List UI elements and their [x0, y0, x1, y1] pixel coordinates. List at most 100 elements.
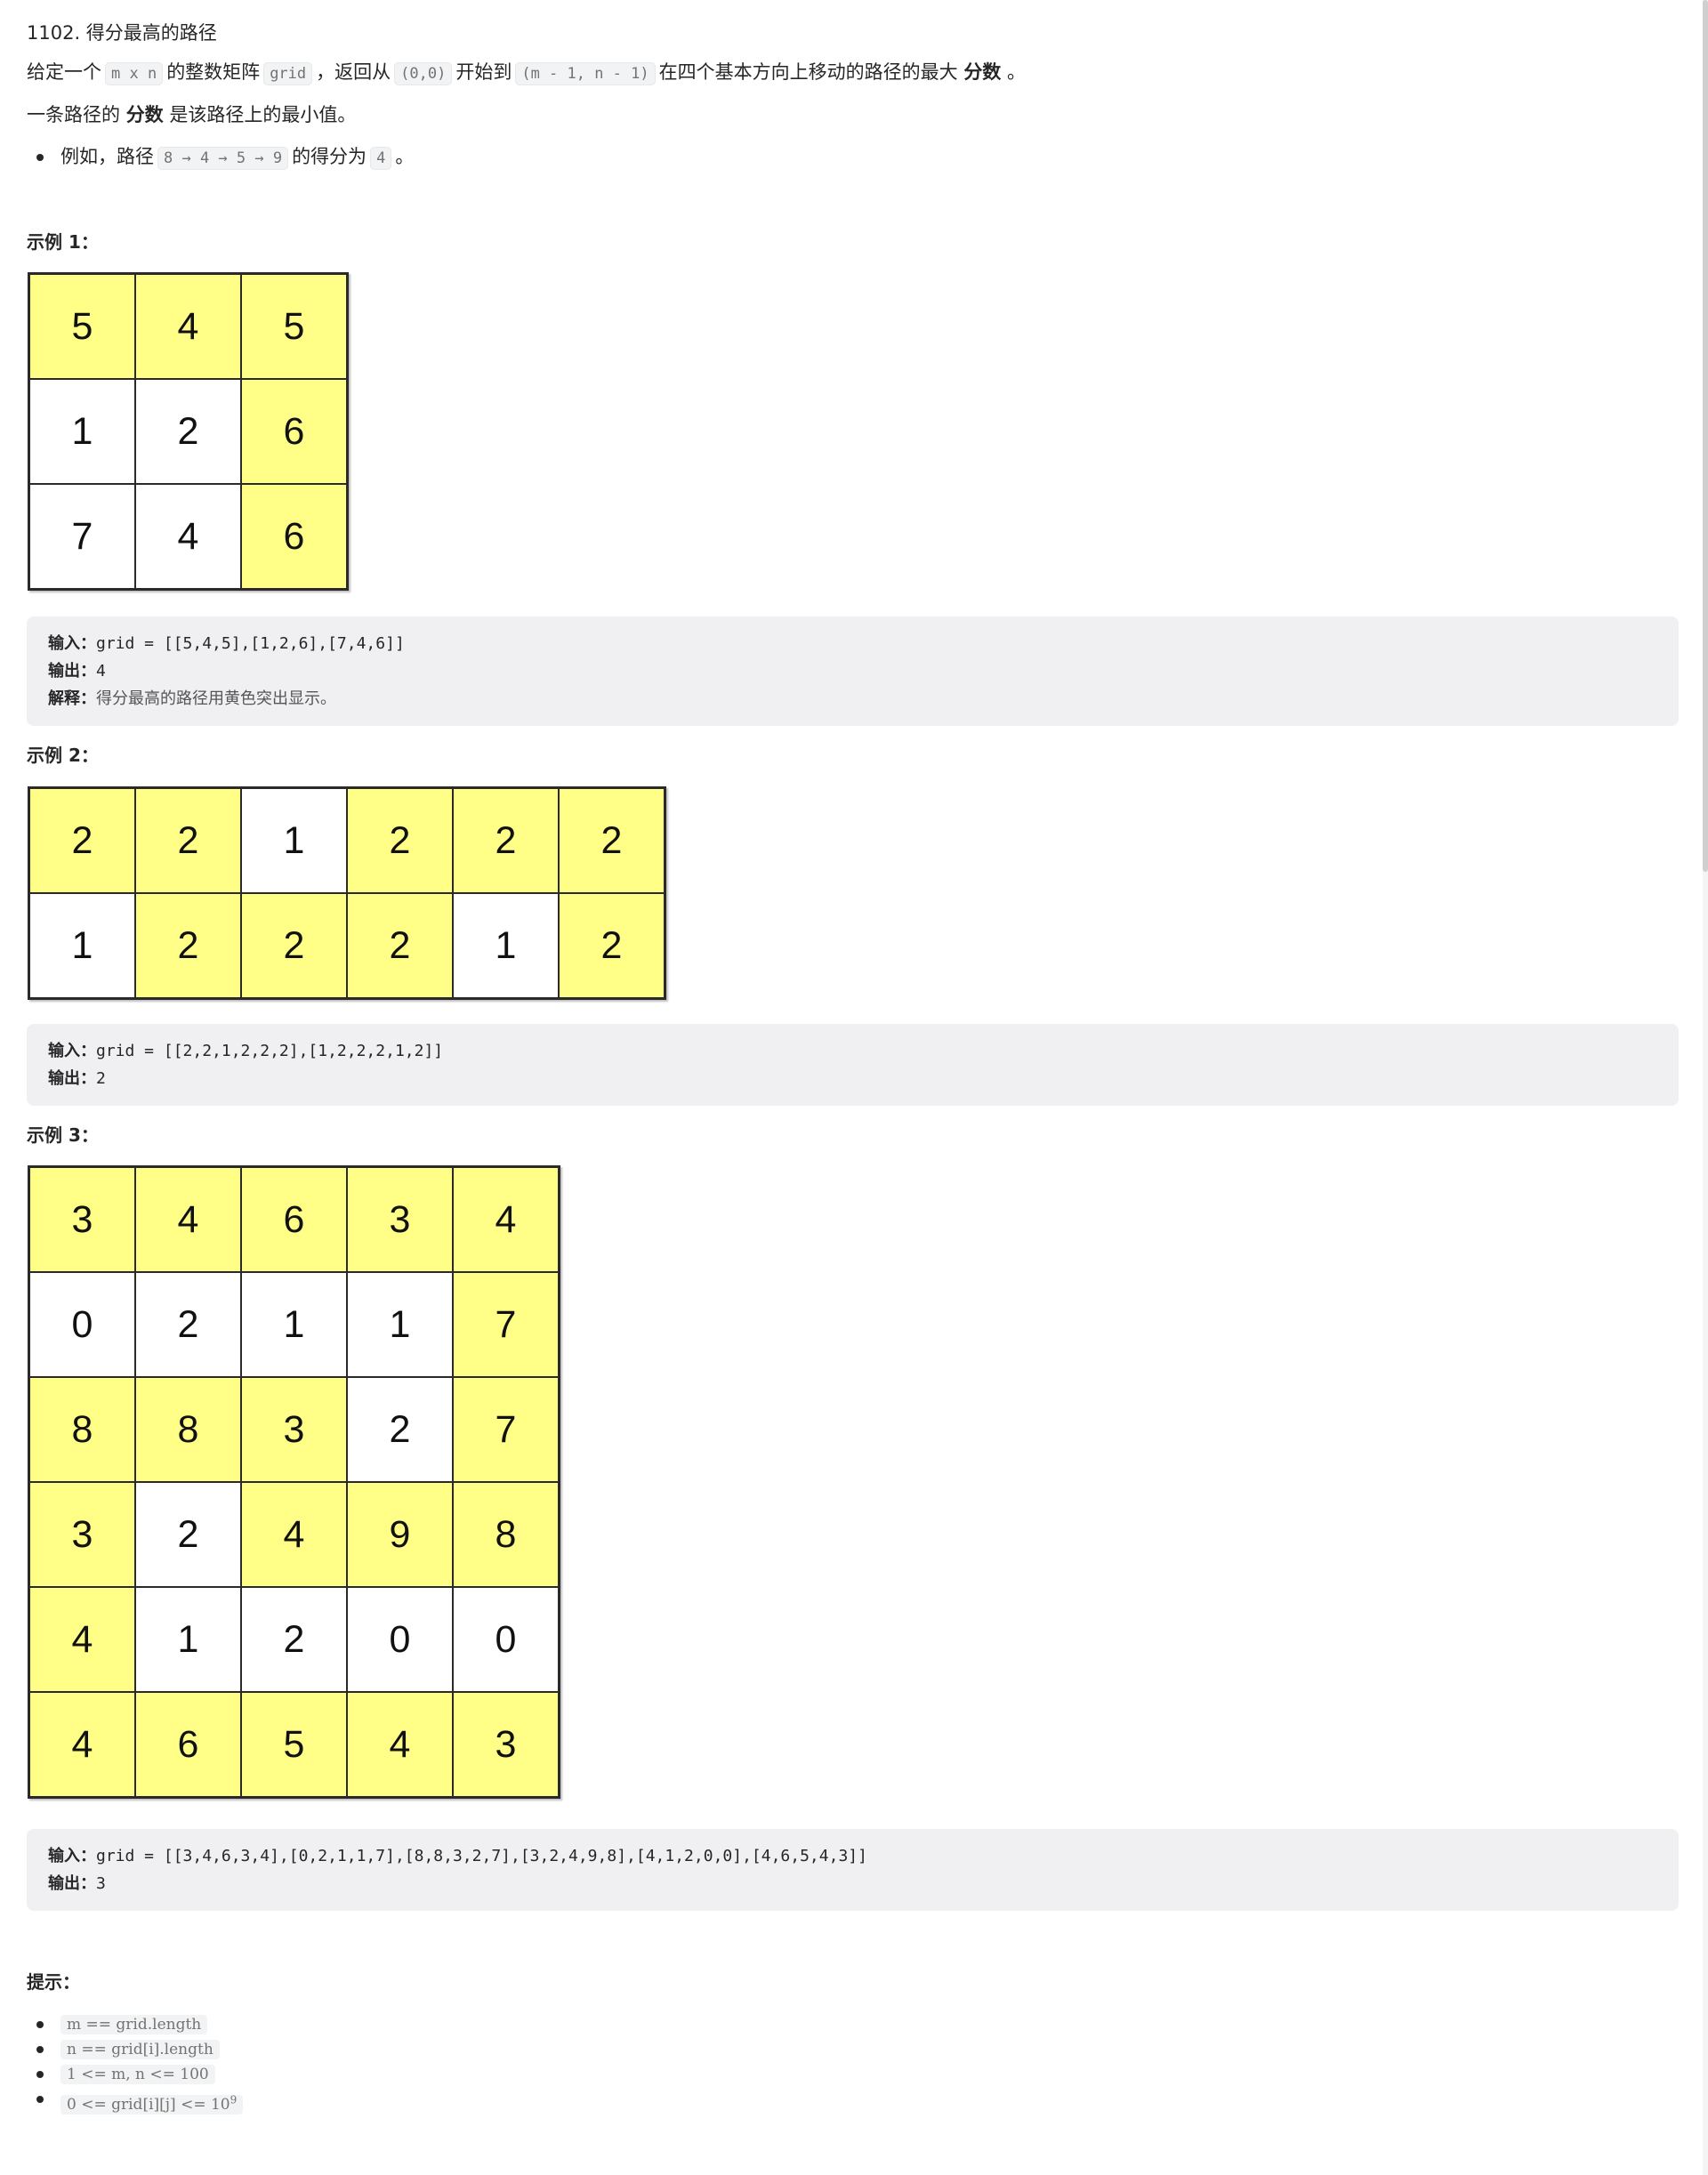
constraint-item: 1 <= m, n <= 100	[36, 2062, 215, 2087]
bullet-text: 。	[395, 146, 415, 167]
example-1-explanation: 得分最高的路径用黄色突出显示。	[96, 689, 336, 708]
path-cell: 3	[241, 1377, 347, 1482]
grid-cell: 1	[241, 788, 347, 893]
inline-code: (0,0)	[394, 62, 453, 85]
path-cell: 3	[347, 1167, 453, 1272]
constraint-item: n == grid[i].length	[36, 2037, 220, 2062]
constraint-code: 1 <= m, n <= 100	[60, 2065, 215, 2084]
input-label: 输入：	[48, 1042, 96, 1060]
inline-code: m x n	[105, 62, 164, 85]
path-cell: 5	[29, 274, 135, 379]
path-cell: 4	[29, 1587, 135, 1692]
example-1-code-block: 输入：grid = [[5,4,5],[1,2,6],[7,4,6]] 输出：4…	[27, 616, 1679, 726]
path-cell: 4	[135, 274, 241, 379]
path-cell: 9	[347, 1482, 453, 1587]
path-cell: 5	[241, 274, 347, 379]
problem-description: 给定一个 m x n 的整数矩阵 grid ，返回从 (0,0) 开始到 (m - 1, n …	[27, 59, 1026, 87]
example-bullet: 例如，路径 8 → 4 → 5 → 9 的得分为 4。	[36, 143, 415, 172]
path-cell: 2	[135, 788, 241, 893]
example-2-input: grid = [[2,2,1,2,2,2],[1,2,2,2,1,2]]	[96, 1042, 444, 1060]
problem-title: 1102. 得分最高的路径	[27, 22, 217, 44]
score-definition: 一条路径的 分数 是该路径上的最小值。	[27, 101, 356, 128]
vertical-scrollbar[interactable]	[1703, 0, 1708, 2175]
input-label: 输入：	[48, 1847, 96, 1865]
example-2-title: 示例 2：	[27, 745, 99, 766]
example-3-grid: 346340211788327324984120046543	[28, 1165, 560, 1799]
bullet-text: 例如，路径	[60, 146, 154, 167]
grid-cell: 0	[453, 1587, 559, 1692]
inline-code: 4	[370, 147, 392, 170]
grid-cell: 2	[241, 1587, 347, 1692]
path-cell: 8	[453, 1482, 559, 1587]
inline-code: (m - 1, n - 1)	[515, 62, 656, 85]
path-cell: 4	[241, 1482, 347, 1587]
path-cell: 7	[453, 1272, 559, 1377]
output-label: 输出：	[48, 1874, 96, 1893]
path-cell: 2	[559, 893, 665, 998]
path-cell: 2	[135, 893, 241, 998]
path-cell: 3	[29, 1167, 135, 1272]
grid-cell: 7	[29, 484, 135, 589]
grid-cell: 1	[347, 1272, 453, 1377]
example-2-code-block: 输入：grid = [[2,2,1,2,2,2],[1,2,2,2,1,2]] …	[27, 1024, 1679, 1106]
example-3-code-block: 输入：grid = [[3,4,6,3,4],[0,2,1,1,7],[8,8,…	[27, 1829, 1679, 1911]
example-1-grid: 545126746	[28, 272, 349, 591]
output-label: 输出：	[48, 662, 96, 681]
def-text: 一条路径的	[27, 104, 120, 125]
inline-code: grid	[263, 62, 313, 85]
constraint-exponent: 9	[230, 2093, 238, 2106]
def-bold: 分数	[125, 104, 164, 125]
example-2-output: 2	[96, 1069, 106, 1088]
output-label: 输出：	[48, 1069, 96, 1088]
example-2-grid: 221222122212	[28, 786, 666, 1000]
example-3-title: 示例 3：	[27, 1124, 99, 1146]
grid-cell: 1	[135, 1587, 241, 1692]
desc-text: 。	[1007, 61, 1026, 83]
explain-label: 解释：	[48, 689, 96, 708]
input-label: 输入：	[48, 634, 96, 653]
path-cell: 4	[453, 1167, 559, 1272]
path-cell: 6	[241, 1167, 347, 1272]
path-cell: 8	[29, 1377, 135, 1482]
grid-cell: 1	[241, 1272, 347, 1377]
path-cell: 6	[135, 1692, 241, 1797]
grid-cell: 2	[135, 1272, 241, 1377]
example-1-title: 示例 1：	[27, 231, 99, 253]
path-cell: 2	[559, 788, 665, 893]
scrollbar-thumb[interactable]	[1703, 0, 1708, 872]
desc-text: ，返回从	[316, 61, 391, 83]
path-cell: 2	[347, 788, 453, 893]
path-cell: 2	[241, 893, 347, 998]
grid-cell: 1	[29, 893, 135, 998]
constraint-item: 0 <= grid[i][j] <= 109	[36, 2087, 244, 2117]
path-cell: 5	[241, 1692, 347, 1797]
example-1-output: 4	[96, 662, 106, 681]
desc-text: 开始到	[455, 61, 512, 83]
grid-cell: 2	[135, 379, 241, 484]
path-cell: 3	[453, 1692, 559, 1797]
path-cell: 3	[29, 1482, 135, 1587]
desc-bold: 分数	[963, 61, 1002, 83]
hints-title: 提示：	[27, 1971, 80, 1993]
constraint-code: 0 <= grid[i][j] <= 109	[60, 2093, 244, 2115]
bullet-text: 的得分为	[292, 146, 367, 167]
grid-cell: 4	[135, 484, 241, 589]
path-cell: 6	[241, 484, 347, 589]
constraint-code: n == grid[i].length	[60, 2040, 220, 2059]
grid-cell: 2	[135, 1482, 241, 1587]
path-cell: 2	[347, 893, 453, 998]
desc-text: 给定一个	[27, 61, 101, 83]
path-cell: 4	[347, 1692, 453, 1797]
path-cell: 6	[241, 379, 347, 484]
constraint-item: m == grid.length	[36, 2012, 208, 2037]
path-cell: 8	[135, 1377, 241, 1482]
path-cell: 4	[135, 1167, 241, 1272]
example-3-input: grid = [[3,4,6,3,4],[0,2,1,1,7],[8,8,3,2…	[96, 1847, 867, 1865]
path-cell: 2	[29, 788, 135, 893]
grid-cell: 2	[347, 1377, 453, 1482]
def-text: 是该路径上的最小值。	[169, 104, 357, 125]
desc-text: 在四个基本方向上移动的路径的最大	[658, 61, 958, 83]
grid-cell: 0	[29, 1272, 135, 1377]
constraint-code: m == grid.length	[60, 2015, 208, 2034]
path-cell: 2	[453, 788, 559, 893]
